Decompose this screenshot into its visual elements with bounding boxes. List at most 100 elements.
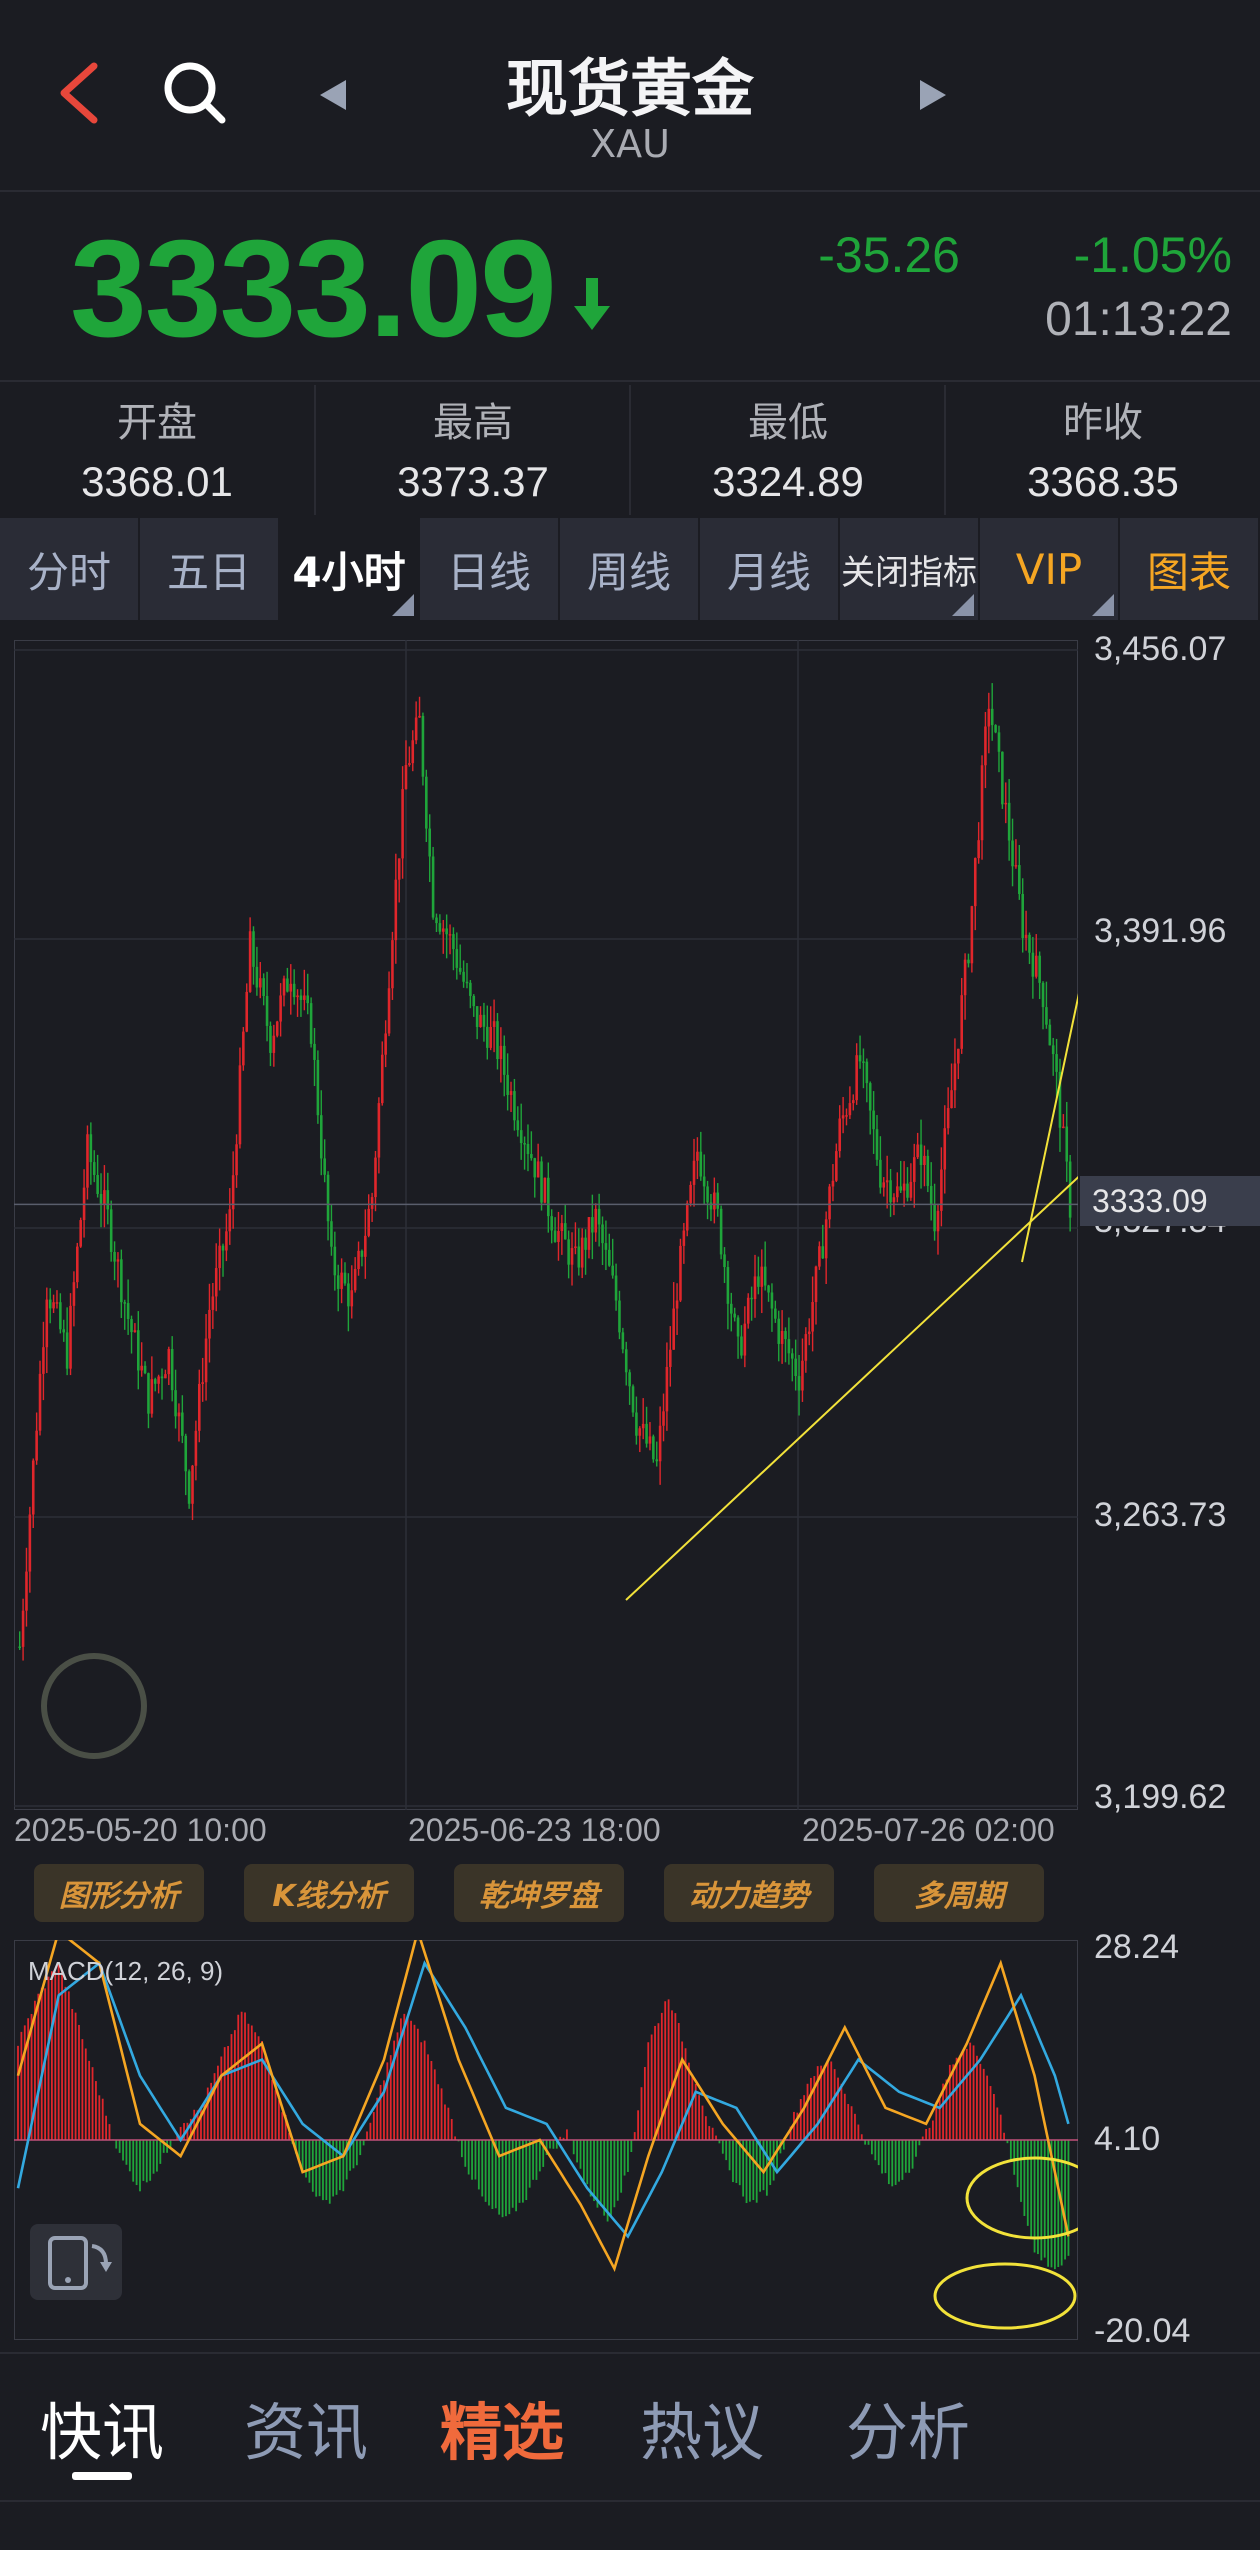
candle-body — [367, 1208, 371, 1236]
candle-body — [170, 1349, 174, 1391]
candle-body — [530, 1154, 533, 1159]
candle-body — [794, 1358, 797, 1377]
kline-analysis-button[interactable]: K线分析 — [244, 1864, 414, 1922]
candle-body — [946, 1108, 950, 1129]
tab-vip[interactable]: VIP — [980, 518, 1120, 620]
tab-daily[interactable]: 日线 — [420, 518, 560, 620]
candle-body — [594, 1208, 598, 1233]
candle-body — [851, 1100, 855, 1104]
candle-body — [797, 1376, 801, 1391]
candle-body — [929, 1185, 933, 1205]
candle-body — [770, 1292, 774, 1309]
candle-body — [397, 858, 401, 880]
nav-hot-discussion[interactable]: 热议 — [640, 2382, 764, 2472]
nav-news[interactable]: 资讯 — [244, 2382, 368, 2472]
time-tick: 2025-05-20 10:00 — [14, 1812, 267, 1848]
back-arrow-icon[interactable] — [52, 58, 112, 128]
price-change: -35.26 — [818, 227, 960, 283]
price-tick: 3,263.73 — [1094, 1496, 1227, 1534]
nav-divider — [0, 2352, 1260, 2354]
tab-monthly[interactable]: 月线 — [700, 518, 840, 620]
nav-featured[interactable]: 精选 — [440, 2382, 564, 2472]
candle-body — [72, 1282, 76, 1306]
momentum-trend-button[interactable]: 动力趋势 — [664, 1864, 834, 1922]
candle-body — [25, 1571, 28, 1611]
macd-dea-line — [16, 1960, 1070, 2239]
candle-body — [807, 1331, 811, 1335]
candle-body — [282, 978, 286, 996]
candle-body — [116, 1259, 120, 1262]
candle-body — [574, 1246, 577, 1249]
candle-body — [702, 1176, 706, 1187]
candle-body — [506, 1074, 509, 1095]
dropdown-corner-icon — [392, 594, 414, 616]
search-icon[interactable] — [160, 58, 230, 128]
candle-body — [421, 715, 425, 777]
candle-body — [42, 1347, 45, 1374]
tab-intraday[interactable]: 分时 — [0, 518, 140, 620]
candle-body — [38, 1373, 42, 1431]
candle-body — [801, 1360, 804, 1391]
candle-body — [1055, 1054, 1058, 1072]
candle-body — [357, 1250, 360, 1270]
candle-body — [316, 1059, 320, 1116]
candle-body — [723, 1254, 726, 1268]
shape-analysis-button[interactable]: 图形分析 — [34, 1864, 204, 1922]
candle-body — [787, 1339, 791, 1354]
stat-label: 最高 — [433, 400, 513, 446]
candle-body — [279, 995, 282, 1022]
candle-body — [18, 1646, 21, 1649]
candle-body — [733, 1313, 736, 1318]
candle-body — [425, 776, 428, 829]
candle-body — [682, 1230, 686, 1246]
candle-body — [370, 1197, 374, 1209]
tab-weekly[interactable]: 周线 — [560, 518, 700, 620]
candle-body — [818, 1246, 821, 1267]
nav-analysis[interactable]: 分析 — [846, 2382, 970, 2472]
candle-body — [218, 1245, 221, 1269]
candle-body — [1004, 802, 1008, 805]
candlestick-chart[interactable] — [14, 640, 1078, 1810]
candle-body — [855, 1055, 858, 1101]
candle-body — [838, 1118, 842, 1152]
macd-dif-line — [16, 1940, 1070, 2273]
tab-label: 4小时 — [292, 547, 406, 597]
candle-body — [492, 1021, 496, 1027]
candle-body — [750, 1297, 753, 1300]
stat-high: 最高 3373.37 — [316, 390, 630, 506]
price-tick: 3,456.07 — [1094, 630, 1227, 668]
candle-body — [62, 1329, 66, 1333]
candle-body — [563, 1223, 567, 1240]
stat-value: 3373.37 — [397, 458, 549, 505]
candle-body — [533, 1158, 537, 1178]
candle-body — [977, 840, 980, 859]
candle-body — [126, 1303, 130, 1320]
candle-body — [841, 1115, 845, 1119]
candle-body — [448, 934, 452, 936]
candle-body — [1062, 1126, 1065, 1129]
candle-body — [523, 1143, 526, 1145]
candle-body — [462, 971, 465, 982]
tab-chart-settings[interactable]: 图表 — [1120, 518, 1260, 620]
candle-body — [587, 1217, 591, 1250]
candle-body — [201, 1382, 204, 1384]
tab-five-day[interactable]: 五日 — [140, 518, 280, 620]
candle-body — [181, 1412, 184, 1436]
candle-body — [689, 1184, 692, 1204]
candle-body — [235, 1144, 238, 1176]
candle-body — [553, 1230, 557, 1242]
candle-body — [943, 1128, 947, 1170]
tab-close-indicators[interactable]: 关闭指标 — [840, 518, 980, 620]
candle-body — [560, 1223, 564, 1232]
multi-period-button[interactable]: 多周期 — [874, 1864, 1044, 1922]
candle-body — [953, 1063, 957, 1091]
candle-body — [879, 1159, 882, 1188]
rotate-screen-icon[interactable] — [30, 2224, 122, 2300]
compass-button[interactable]: 乾坤罗盘 — [454, 1864, 624, 1922]
nav-flash-news[interactable]: 快讯 — [40, 2382, 164, 2472]
price-tick: 3,391.96 — [1094, 912, 1227, 950]
macd-chart[interactable] — [14, 1940, 1078, 2340]
tab-4-hour[interactable]: 4小时 — [280, 518, 420, 620]
candle-body — [204, 1338, 208, 1383]
candle-body — [662, 1411, 665, 1426]
